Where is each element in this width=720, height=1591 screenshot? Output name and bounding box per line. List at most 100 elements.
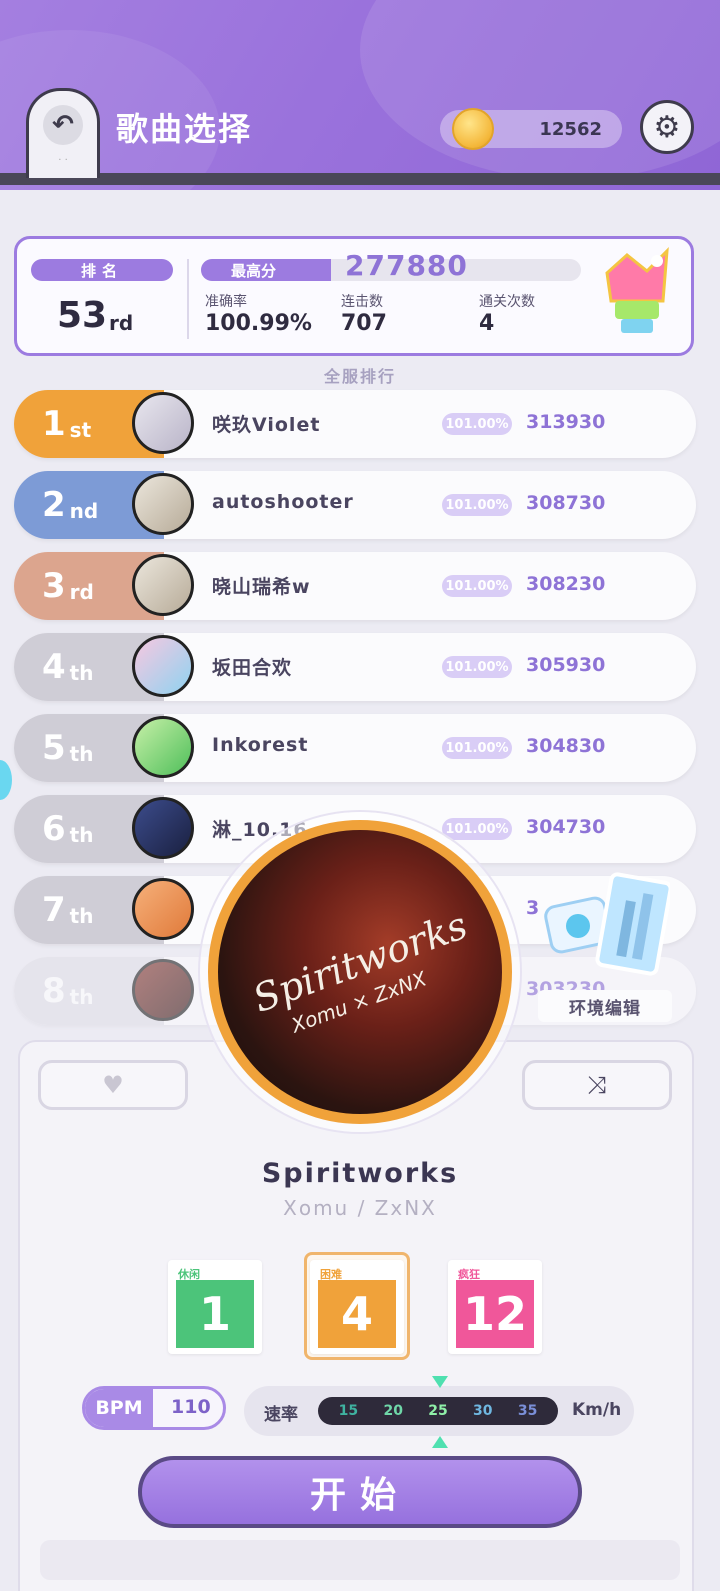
rank-suffix: nd [69, 499, 99, 523]
rank-suffix: th [69, 823, 94, 847]
gear-icon: ⚙ [653, 109, 681, 145]
album-art[interactable]: Spiritworks Xomu × ZxNX [208, 820, 512, 1124]
avatar [132, 473, 194, 535]
player-score: 313930 [526, 411, 606, 433]
speed-marker-top [432, 1376, 448, 1388]
undo-arrow-icon: ↶ [43, 105, 83, 145]
favorite-button[interactable]: ♥ [38, 1060, 188, 1110]
rank-trophy-icon [605, 247, 669, 333]
speed-option[interactable]: 35 [518, 1403, 537, 1419]
side-indicator [0, 760, 12, 800]
avatar [132, 878, 194, 940]
settings-button[interactable]: ⚙ [640, 100, 694, 154]
rank-number: 2 [42, 485, 66, 525]
footer-decoration [40, 1540, 680, 1580]
accuracy-value: 100.99% [205, 311, 312, 336]
accuracy-badge: 101.00% [442, 818, 512, 840]
personal-stats-card: 排名 53 rd 最高分 277880 准确率 100.99% 连击数 707 … [14, 236, 694, 356]
speed-option-selected[interactable]: 25 [428, 1403, 447, 1419]
player-name: 晓山瑞希w [212, 576, 311, 598]
player-score: 308230 [526, 573, 606, 595]
speed-selector: 速率 15 20 25 30 35 Km/h [244, 1386, 634, 1436]
page-title: 歌曲选择 [116, 110, 253, 148]
combo-label: 连击数 [341, 294, 383, 310]
combo-value: 707 [341, 311, 387, 336]
accuracy-badge: 101.00% [442, 737, 512, 759]
accuracy-badge: 101.00% [442, 413, 512, 435]
rank-suffix: st [69, 418, 92, 442]
best-score-label: 最高分 [201, 259, 331, 281]
rank-suffix: th [69, 742, 94, 766]
shuffle-button[interactable]: ⤨ [522, 1060, 672, 1110]
leaderboard-row[interactable]: 2 nd autoshooter 101.00% 308730 [14, 471, 696, 539]
rank-number: 8 [42, 971, 66, 1011]
difficulty-crazy[interactable]: 疯狂 12 [448, 1260, 542, 1354]
back-button[interactable]: ↶ · · [26, 88, 100, 178]
bpm-label: BPM [85, 1389, 153, 1427]
player-score: 305930 [526, 654, 606, 676]
speed-unit: Km/h [572, 1400, 622, 1420]
player-score: 308730 [526, 492, 606, 514]
best-score-value: 277880 [345, 249, 468, 282]
player-score: 304830 [526, 735, 606, 757]
bpm-value: 110 [171, 1396, 211, 1418]
leaderboard-heading: 全服排行 [323, 367, 396, 386]
rank-suffix: th [69, 661, 94, 685]
rank-suffix: th [69, 985, 94, 1009]
player-name: autoshooter [212, 491, 354, 513]
player-score: 3 [526, 897, 540, 919]
environment-editor-button[interactable]: 环境编辑 [538, 990, 672, 1022]
speed-option[interactable]: 15 [339, 1403, 358, 1419]
rank-number: 5 [42, 728, 66, 768]
rank-value: 53 [57, 295, 108, 336]
environment-editor-icon[interactable] [542, 872, 670, 982]
avatar [132, 797, 194, 859]
rank-number: 6 [42, 809, 66, 849]
shuffle-icon: ⤨ [587, 1071, 607, 1099]
song-title: Spiritworks [261, 1158, 459, 1189]
player-name: Inkorest [212, 734, 309, 756]
player-name: 咲玖Violet [212, 414, 321, 436]
accuracy-badge: 101.00% [442, 656, 512, 678]
speed-slider[interactable]: 15 20 25 30 35 [318, 1397, 558, 1425]
bpm-display: BPM 110 [82, 1386, 226, 1430]
rank-label: 排名 [31, 259, 173, 281]
player-name: 坂田合欢 [212, 657, 293, 679]
accuracy-badge: 101.00% [442, 575, 512, 597]
difficulty-hard[interactable]: 困难 4 [310, 1260, 404, 1354]
song-artist: Xomu / ZxNX [283, 1196, 437, 1220]
leaderboard-row[interactable]: 4 th 坂田合欢 101.00% 305930 [14, 633, 696, 701]
accuracy-label: 准确率 [205, 294, 247, 310]
avatar [132, 554, 194, 616]
speed-marker-bottom [432, 1436, 448, 1448]
leaderboard-row[interactable]: 3 rd 晓山瑞希w 101.00% 308230 [14, 552, 696, 620]
header-divider [0, 173, 720, 185]
leaderboard-row[interactable]: 1 st 咲玖Violet 101.00% 313930 [14, 390, 696, 458]
speed-label: 速率 [264, 1405, 298, 1425]
rank-number: 1 [42, 404, 66, 444]
album-art-image: Spiritworks Xomu × ZxNX [218, 830, 502, 1114]
difficulty-level: 12 [456, 1280, 534, 1348]
decor-dots: · · [58, 155, 68, 166]
start-button[interactable]: 开始 [138, 1456, 582, 1528]
difficulty-level: 4 [318, 1280, 396, 1348]
header-background [0, 0, 720, 190]
rank-number: 7 [42, 890, 66, 930]
rank-suffix: th [69, 904, 94, 928]
leaderboard-row[interactable]: 5 th Inkorest 101.00% 304830 [14, 714, 696, 782]
avatar [132, 635, 194, 697]
speed-option[interactable]: 20 [383, 1403, 402, 1419]
difficulty-casual[interactable]: 休闲 1 [168, 1260, 262, 1354]
rank-suffix: rd [109, 311, 134, 335]
heart-icon: ♥ [102, 1071, 124, 1099]
divider [187, 259, 189, 339]
speed-option[interactable]: 30 [473, 1403, 492, 1419]
clears-value: 4 [479, 311, 495, 336]
avatar [132, 959, 194, 1021]
coin-icon [452, 108, 494, 150]
rank-suffix: rd [69, 580, 94, 604]
avatar [132, 716, 194, 778]
avatar [132, 392, 194, 454]
player-score: 304730 [526, 816, 606, 838]
rank-number: 4 [42, 647, 66, 687]
